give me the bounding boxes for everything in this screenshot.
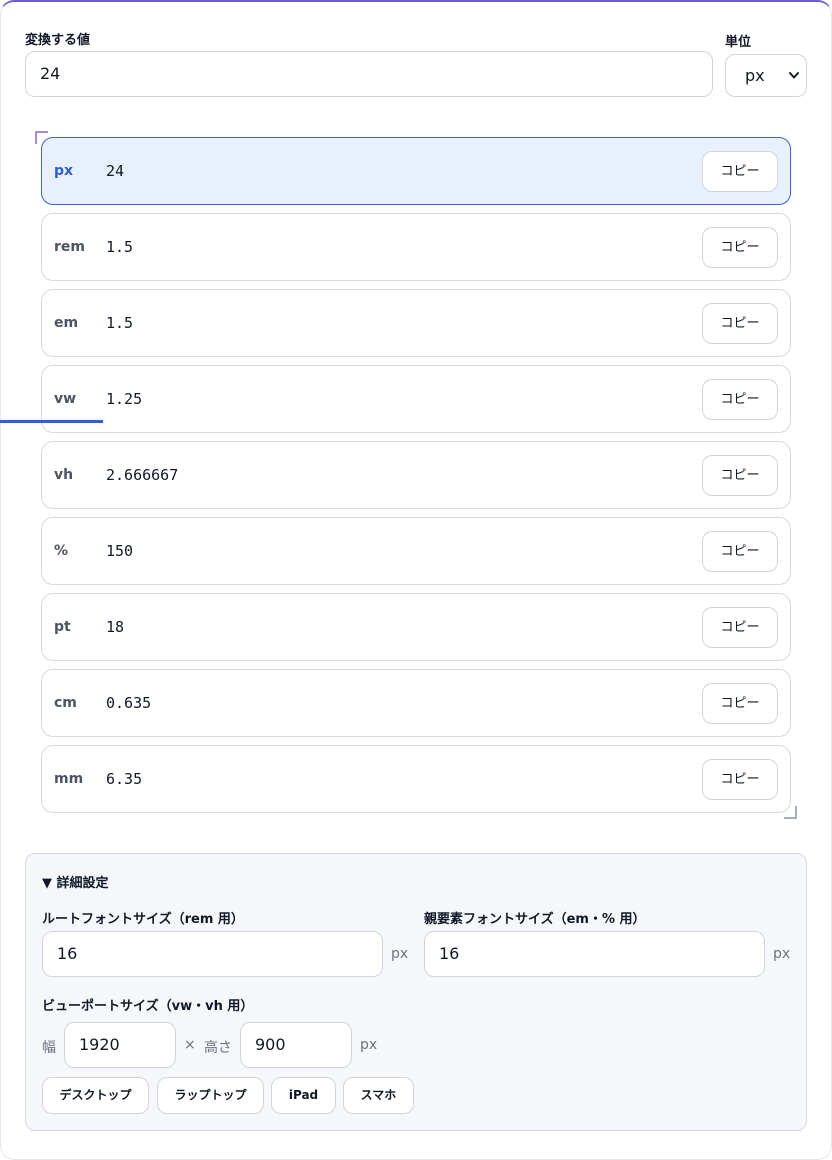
copy-button[interactable]: コピー — [702, 531, 778, 572]
copy-button[interactable]: コピー — [702, 379, 778, 420]
copy-button[interactable]: コピー — [702, 227, 778, 268]
copy-button[interactable]: コピー — [702, 455, 778, 496]
preset-laptop-button[interactable]: ラップトップ — [157, 1077, 264, 1114]
result-unit: cm — [54, 695, 77, 711]
copy-button[interactable]: コピー — [702, 303, 778, 344]
result-value: 150 — [106, 542, 134, 560]
preset-desktop-button[interactable]: デスクトップ — [42, 1077, 149, 1114]
result-unit: em — [54, 315, 79, 331]
unit-label: 単位 — [725, 35, 752, 50]
result-unit: pt — [54, 619, 71, 635]
result-row-cm[interactable]: cm 0.635 コピー — [41, 669, 791, 737]
width-label: 幅 — [42, 1040, 56, 1056]
result-value: 18 — [106, 618, 125, 636]
result-row-percent[interactable]: % 150 コピー — [41, 517, 791, 585]
advanced-settings-toggle[interactable]: ▼ 詳細設定 — [42, 872, 109, 891]
copy-button[interactable]: コピー — [702, 151, 778, 192]
times-sign: × — [184, 1037, 196, 1053]
height-label: 高さ — [204, 1040, 232, 1056]
result-unit: rem — [54, 239, 85, 255]
viewport-height-input[interactable]: 900 — [240, 1022, 352, 1068]
result-row-px[interactable]: px 24 コピー — [41, 137, 791, 205]
result-value: 2.666667 — [106, 466, 179, 484]
result-value: 1.5 — [106, 314, 134, 332]
preset-phone-button[interactable]: スマホ — [343, 1077, 414, 1114]
value-entry-row: 変換する値 24 単位 px — [25, 29, 807, 99]
result-value: 1.25 — [106, 390, 143, 408]
viewport-unit: px — [360, 1037, 378, 1053]
result-unit: % — [54, 543, 69, 559]
result-unit: px — [54, 163, 74, 179]
result-row-vh[interactable]: vh 2.666667 コピー — [41, 441, 791, 509]
result-unit: mm — [54, 771, 84, 787]
viewport-label: ビューポートサイズ（vw・vh 用） — [42, 999, 254, 1014]
preset-ipad-button[interactable]: iPad — [271, 1077, 336, 1114]
result-value: 0.635 — [106, 694, 152, 712]
value-input[interactable]: 24 — [25, 51, 713, 97]
result-row-vw[interactable]: vw 1.25 コピー — [41, 365, 791, 433]
copy-button[interactable]: コピー — [702, 759, 778, 800]
result-row-mm[interactable]: mm 6.35 コピー — [41, 745, 791, 813]
value-label: 変換する値 — [25, 33, 91, 48]
root-font-unit: px — [391, 946, 409, 962]
root-font-label: ルートフォントサイズ（rem 用） — [42, 912, 244, 927]
copy-button[interactable]: コピー — [702, 683, 778, 724]
result-value: 24 — [106, 162, 125, 180]
unit-select[interactable]: px — [725, 54, 807, 97]
chevron-down-icon — [788, 55, 800, 113]
result-value: 6.35 — [106, 770, 143, 788]
result-row-em[interactable]: em 1.5 コピー — [41, 289, 791, 357]
parent-font-input[interactable]: 16 — [424, 931, 765, 977]
result-row-rem[interactable]: rem 1.5 コピー — [41, 213, 791, 281]
advanced-settings-panel: ▼ 詳細設定 ルートフォントサイズ（rem 用） 16 px 親要素フォントサイ… — [25, 853, 807, 1131]
parent-font-unit: px — [773, 946, 791, 962]
result-unit: vh — [54, 467, 74, 483]
root-font-input[interactable]: 16 — [42, 931, 383, 977]
result-value: 1.5 — [106, 238, 134, 256]
copy-button[interactable]: コピー — [702, 607, 778, 648]
parent-font-label: 親要素フォントサイズ（em・% 用） — [424, 912, 646, 927]
drag-indicator-line — [0, 420, 103, 423]
unit-select-value: px — [745, 66, 765, 85]
result-row-pt[interactable]: pt 18 コピー — [41, 593, 791, 661]
viewport-width-input[interactable]: 1920 — [64, 1022, 176, 1068]
